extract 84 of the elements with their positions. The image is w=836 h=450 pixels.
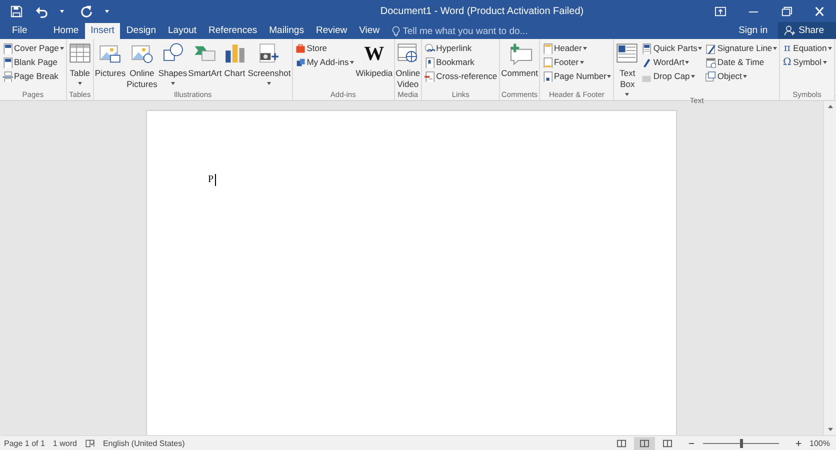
comment-icon (508, 42, 532, 66)
calendar-icon (705, 56, 716, 68)
add-in-icon (294, 56, 306, 68)
globe-link-icon (424, 42, 436, 54)
window-title: Document1 - Word (Product Activation Failed) (379, 6, 585, 16)
ribbon-button[interactable]: Signature Line (704, 41, 778, 55)
pen-icon (641, 56, 652, 68)
ribbon-button[interactable]: Date & Time (704, 55, 778, 69)
ribbon-button[interactable]: Page Number (540, 69, 612, 83)
redo-icon[interactable] (80, 4, 93, 18)
share-button[interactable]: Share (778, 22, 836, 39)
quick-parts-icon (641, 42, 652, 54)
lightbulb-icon (392, 26, 400, 36)
ribbon-button[interactable]: Comment (501, 40, 538, 79)
person-icon (784, 25, 795, 36)
cross-reference-icon (424, 70, 436, 82)
zoom-slider-thumb[interactable] (740, 438, 743, 448)
ribbon-button[interactable]: Page Break (1, 69, 65, 83)
page-count[interactable]: Page 1 of 1 (4, 438, 45, 448)
ribbon-tab[interactable]: Design (120, 23, 162, 39)
zoom-in-icon[interactable] (794, 440, 802, 446)
ribbon-button[interactable]: Bookmark (423, 55, 498, 69)
ribbon-tab[interactable]: References (202, 23, 264, 39)
ribbon-display-icon[interactable] (714, 6, 727, 16)
vertical-scrollbar[interactable] (823, 101, 836, 435)
signature-icon (705, 42, 716, 54)
ribbon-button[interactable]: Pictures (94, 40, 126, 79)
ribbon-tab[interactable]: Mailings (263, 23, 310, 39)
ribbon-button[interactable]: Cover Page (1, 41, 65, 55)
undo-icon[interactable] (35, 4, 48, 18)
ribbon-tab[interactable]: Insert (84, 23, 120, 39)
ribbon-button[interactable]: Screenshot (248, 40, 291, 85)
scroll-up-icon[interactable] (826, 104, 834, 109)
proofing-icon[interactable] (84, 438, 95, 448)
text-cursor (214, 174, 216, 186)
symbol-glyph: Ω (782, 56, 792, 68)
ribbon-button[interactable]: W Wikipedia (356, 40, 393, 79)
ribbon-button[interactable]: Online Video (396, 40, 420, 90)
ribbon-tab[interactable]: View (353, 23, 386, 39)
ribbon-button[interactable]: Ω Symbol (781, 55, 833, 69)
language[interactable]: English (United States) (102, 438, 185, 448)
print-layout-button[interactable] (634, 436, 655, 450)
ribbon-button[interactable]: Drop Cap (640, 69, 704, 83)
ribbon-button[interactable]: My Add-ins (294, 55, 355, 69)
ribbon-button[interactable]: Quick Parts (640, 41, 704, 55)
ribbon-button[interactable]: SmartArt (188, 40, 222, 79)
save-icon[interactable] (10, 4, 23, 18)
ribbon-button[interactable]: Chart (222, 40, 247, 79)
caret-icon[interactable] (60, 10, 64, 12)
ribbon-button[interactable]: Header (540, 41, 612, 55)
ribbon-button[interactable]: Object (704, 69, 778, 83)
wikipedia-glyph: W (364, 42, 384, 66)
ribbon-button[interactable]: π Equation (781, 41, 833, 55)
ribbon-button[interactable]: Shapes (158, 40, 188, 85)
ribbon-button[interactable]: WordArt (640, 55, 704, 69)
ribbon-button[interactable]: Hyperlink (423, 41, 498, 55)
store-icon (294, 42, 306, 54)
header-icon (542, 42, 553, 54)
close-icon[interactable] (813, 6, 826, 16)
ribbon-button[interactable]: Table (68, 40, 92, 85)
symbol-glyph: π (782, 42, 792, 54)
ribbon-tab[interactable]: File (0, 23, 40, 39)
document-text: P (208, 174, 214, 186)
document-page[interactable]: P (146, 110, 677, 435)
object-icon (705, 70, 716, 82)
restore-icon[interactable] (780, 6, 793, 16)
page-number-icon (542, 70, 553, 82)
footer-icon (542, 56, 553, 68)
tell-me-field[interactable]: Tell me what you want to do... (402, 26, 563, 36)
ribbon-button[interactable]: Online Pictures (126, 40, 158, 90)
ribbon-tab[interactable]: Home (47, 23, 85, 39)
customize-caret-icon[interactable] (105, 10, 109, 12)
ribbon-tab[interactable]: Review (310, 23, 354, 39)
sign-in-link[interactable]: Sign in (738, 23, 768, 39)
scroll-down-icon[interactable] (826, 427, 834, 432)
ribbon-tab[interactable]: Layout (162, 23, 203, 39)
bookmark-icon (424, 56, 436, 68)
word-count[interactable]: 1 word (52, 438, 77, 448)
ribbon-button[interactable]: Store (294, 41, 355, 55)
ribbon-button[interactable]: Blank Page (1, 55, 65, 69)
ribbon-button[interactable]: Footer (540, 55, 612, 69)
ribbon-button[interactable]: Text Box (615, 40, 640, 96)
ribbon-button[interactable]: Cross-reference (423, 69, 498, 83)
zoom-level[interactable]: 100% (810, 438, 830, 448)
